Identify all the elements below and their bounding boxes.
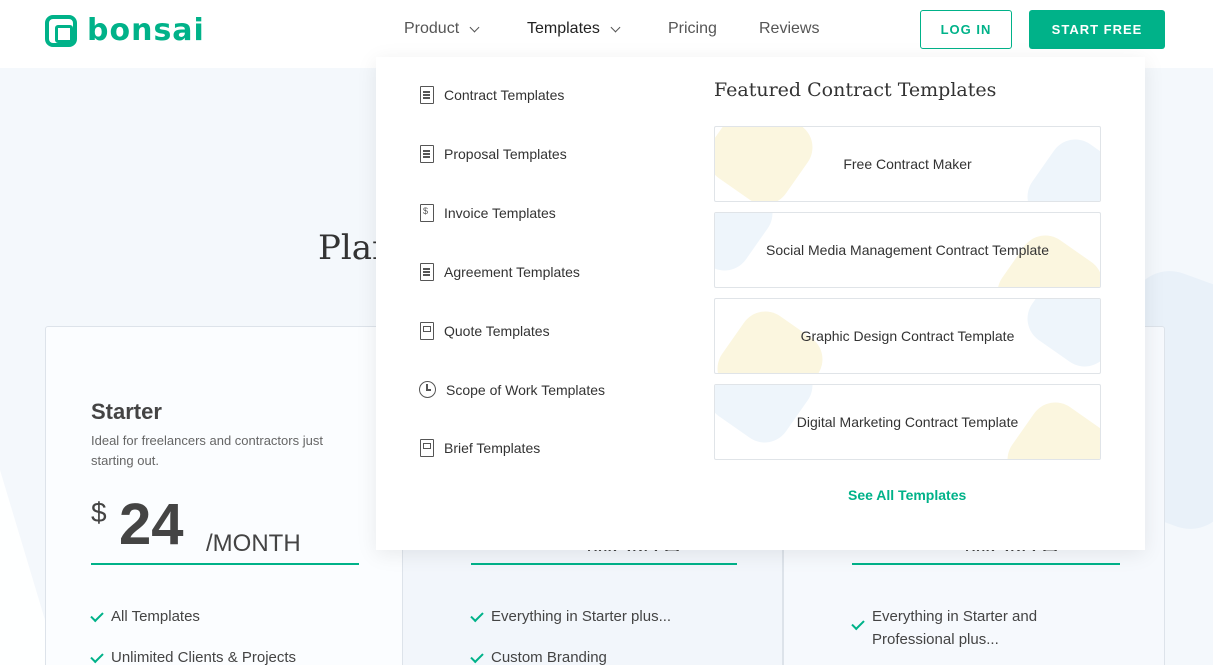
decor-blob	[715, 127, 823, 201]
check-icon	[470, 608, 484, 623]
feature-label: Custom Branding	[491, 649, 607, 665]
nav-reviews-label: Reviews	[759, 20, 820, 37]
price-underline	[91, 563, 359, 565]
nav-product[interactable]: Product	[404, 18, 494, 40]
plan-currency: $	[91, 497, 107, 528]
menu-item-label: Proposal Templates	[444, 146, 567, 162]
feature-label: Unlimited Clients & Projects	[111, 649, 297, 665]
menu-item-label: Quote Templates	[444, 323, 550, 339]
decor-blob	[1017, 299, 1100, 373]
featured-template-label: Free Contract Maker	[843, 156, 972, 172]
feature-item: Custom Branding	[470, 646, 607, 665]
brand-name: bonsai	[87, 13, 205, 48]
featured-template-label: Digital Marketing Contract Template	[796, 414, 1019, 430]
bonsai-logo-icon	[45, 14, 77, 47]
featured-template-label: Graphic Design Contract Template	[800, 328, 1015, 344]
menu-item-proposal-templates[interactable]: Proposal Templates	[420, 145, 567, 163]
templates-dropdown: Contract Templates Proposal Templates In…	[376, 57, 1145, 550]
brief-icon	[420, 439, 434, 457]
document-icon	[420, 263, 434, 281]
menu-item-invoice-templates[interactable]: Invoice Templates	[420, 204, 556, 222]
login-button[interactable]: LOG IN	[920, 10, 1012, 49]
see-all-templates-link[interactable]: See All Templates	[848, 487, 966, 503]
plan-name: Starter	[91, 399, 162, 424]
menu-item-contract-templates[interactable]: Contract Templates	[420, 86, 564, 104]
feature-item: Unlimited Clients & Projects	[90, 646, 297, 665]
featured-template-card[interactable]: Graphic Design Contract Template	[714, 298, 1101, 374]
start-free-button[interactable]: START FREE	[1029, 10, 1165, 49]
menu-item-label: Invoice Templates	[444, 205, 556, 221]
feature-label: Everything in Starter and Professional p…	[872, 608, 1038, 648]
featured-templates-heading: Featured Contract Templates	[714, 79, 997, 101]
check-icon	[90, 649, 104, 664]
check-icon	[851, 616, 865, 631]
feature-item: Everything in Starter plus...	[470, 605, 672, 628]
menu-item-scope-of-work-templates[interactable]: Scope of Work Templates	[419, 381, 605, 398]
menu-item-label: Agreement Templates	[444, 264, 580, 280]
chevron-down-icon	[610, 22, 621, 32]
check-icon	[90, 608, 104, 623]
menu-item-quote-templates[interactable]: Quote Templates	[420, 322, 550, 340]
price-underline	[471, 563, 737, 565]
nav-templates-label: Templates	[527, 20, 600, 37]
decor-blob	[1017, 129, 1100, 201]
price-underline	[852, 563, 1120, 565]
menu-item-agreement-templates[interactable]: Agreement Templates	[420, 263, 580, 281]
document-icon	[420, 86, 434, 104]
featured-template-card[interactable]: Free Contract Maker	[714, 126, 1101, 202]
plan-card-starter: Starter Ideal for freelancers and contra…	[45, 326, 403, 665]
featured-template-label: Social Media Management Contract Templat…	[765, 242, 1049, 258]
plan-period: /MONTH	[206, 530, 301, 557]
logo[interactable]: bonsai	[45, 13, 205, 48]
feature-item: All Templates	[90, 605, 200, 628]
feature-item: Everything in Starter and Professional p…	[851, 605, 1072, 651]
quote-icon	[420, 322, 434, 340]
clock-icon	[419, 381, 436, 398]
nav-templates[interactable]: Templates	[527, 18, 637, 40]
menu-item-label: Brief Templates	[444, 440, 541, 456]
plan-description: Ideal for freelancers and contractors ju…	[91, 433, 323, 468]
menu-item-brief-templates[interactable]: Brief Templates	[420, 439, 540, 457]
chevron-down-icon	[469, 22, 480, 32]
plan-price: 24	[119, 492, 184, 557]
invoice-icon	[420, 204, 434, 222]
feature-label: All Templates	[111, 608, 200, 625]
document-icon	[420, 145, 434, 163]
nav-product-label: Product	[404, 20, 460, 37]
menu-item-label: Contract Templates	[444, 87, 565, 103]
nav-pricing[interactable]: Pricing	[668, 18, 728, 40]
menu-item-label: Scope of Work Templates	[446, 381, 606, 398]
featured-template-card[interactable]: Social Media Management Contract Templat…	[714, 212, 1101, 288]
nav-pricing-label: Pricing	[668, 20, 717, 37]
featured-template-card[interactable]: Digital Marketing Contract Template	[714, 384, 1101, 460]
feature-label: Everything in Starter plus...	[491, 608, 672, 625]
nav-reviews[interactable]: Reviews	[759, 18, 829, 40]
check-icon	[470, 649, 484, 664]
